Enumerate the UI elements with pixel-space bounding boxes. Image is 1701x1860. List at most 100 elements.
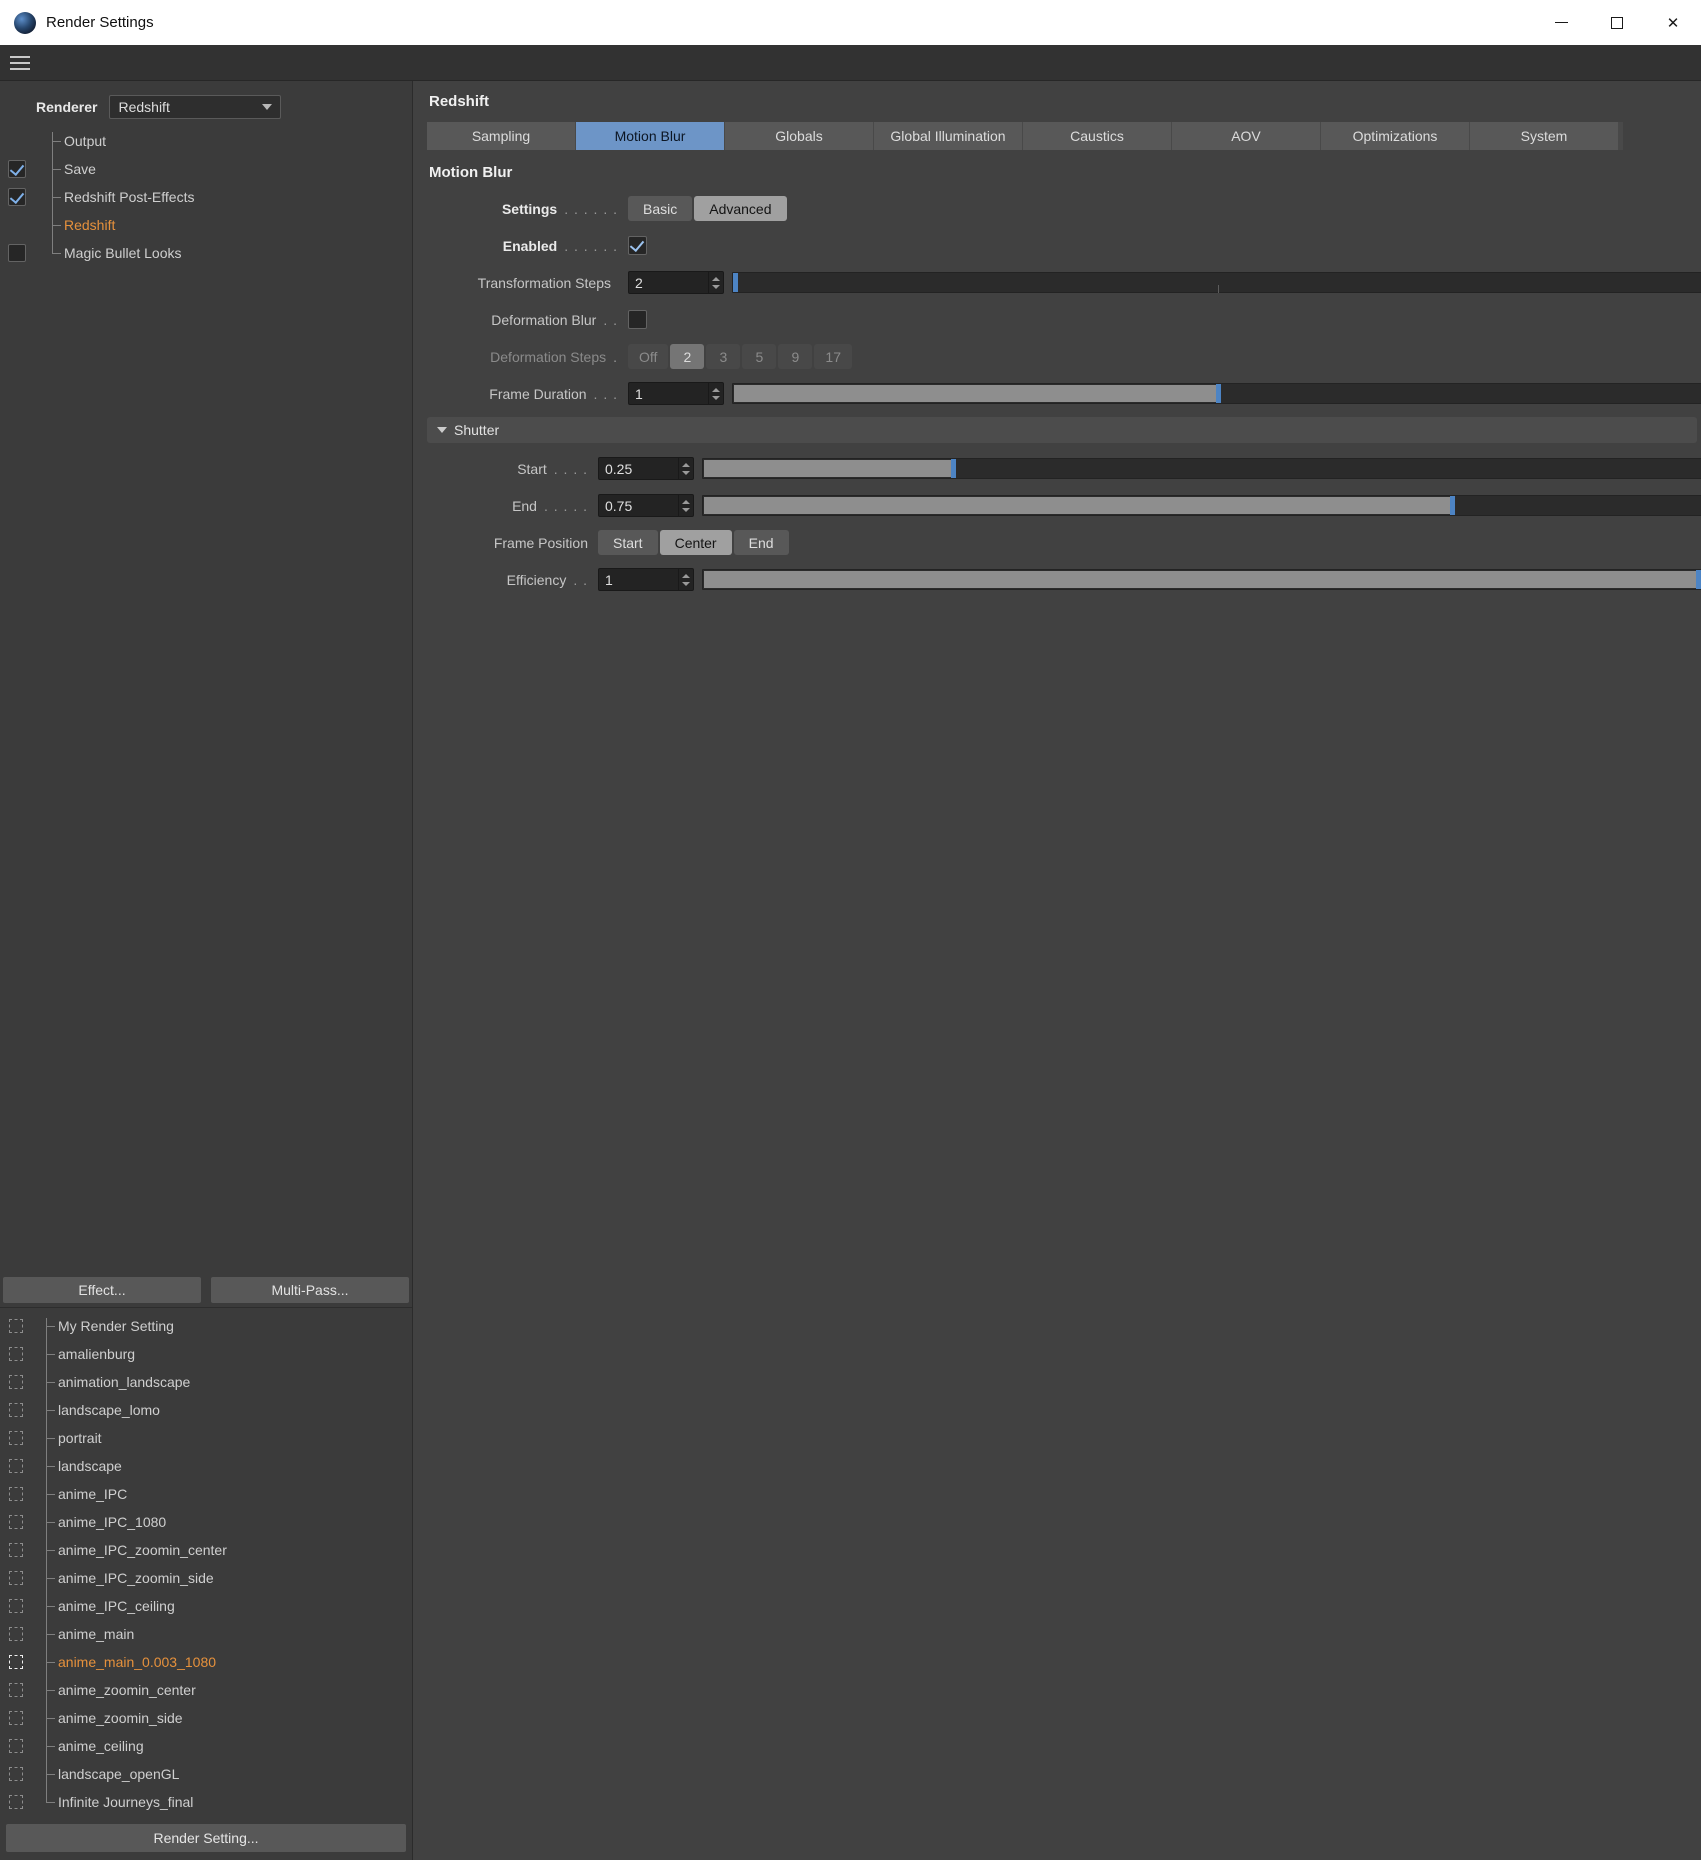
section-title: Motion Blur <box>429 164 513 181</box>
efficiency-input[interactable] <box>599 569 678 590</box>
settings-label: Settings <box>501 200 558 217</box>
preset-item[interactable]: anime_main <box>0 1620 412 1648</box>
render-region-active-icon <box>9 1655 23 1669</box>
sidebar-item-save[interactable]: Save <box>0 155 412 183</box>
spinner-up-icon <box>682 573 690 578</box>
tab-caustics[interactable]: Caustics <box>1023 122 1171 150</box>
frame-duration-input[interactable] <box>629 383 708 404</box>
render-setting-button[interactable]: Render Setting... <box>6 1824 406 1852</box>
minimize-button[interactable] <box>1533 0 1589 45</box>
preset-item[interactable]: portrait <box>0 1424 412 1452</box>
preset-item[interactable]: Infinite Journeys_final <box>0 1788 412 1816</box>
preset-label: portrait <box>58 1430 102 1446</box>
shutter-start-input[interactable] <box>599 458 678 479</box>
spinner-arrows[interactable] <box>678 495 693 516</box>
spinner-arrows[interactable] <box>708 272 723 293</box>
slider-handle[interactable] <box>950 459 956 478</box>
basic-button[interactable]: Basic <box>628 196 693 221</box>
motion-blur-form: Settings . . . . . . Basic Advanced Enab… <box>427 195 1701 593</box>
preset-label: anime_IPC_1080 <box>58 1514 167 1530</box>
slider-handle[interactable] <box>1696 570 1701 589</box>
multi-pass-button[interactable]: Multi-Pass... <box>211 1277 409 1303</box>
preset-item[interactable]: amalienburg <box>0 1340 412 1368</box>
maximize-icon <box>1611 16 1623 29</box>
frame-position-end-button[interactable]: End <box>733 530 789 555</box>
redshift-post-effects-enable-checkbox[interactable] <box>8 188 26 206</box>
preset-label: anime_zoomin_side <box>58 1710 183 1726</box>
preset-label: landscape_lomo <box>58 1402 160 1418</box>
preset-item[interactable]: anime_IPC <box>0 1480 412 1508</box>
preset-item[interactable]: anime_IPC_1080 <box>0 1508 412 1536</box>
spinner-up-icon <box>682 499 690 504</box>
preset-item[interactable]: landscape_lomo <box>0 1396 412 1424</box>
preset-item[interactable]: landscape <box>0 1452 412 1480</box>
shutter-start-slider[interactable] <box>702 458 1701 479</box>
preset-item[interactable]: My Render Setting <box>0 1312 412 1340</box>
menubar <box>0 45 1701 81</box>
close-button[interactable]: ✕ <box>1645 0 1701 45</box>
render-region-icon <box>9 1627 23 1641</box>
preset-item[interactable]: animation_landscape <box>0 1368 412 1396</box>
sidebar-item-output[interactable]: Output <box>0 127 412 155</box>
deformation-steps-row: Deformation Steps . Off 2 3 5 9 17 <box>427 343 1701 370</box>
tab-globals[interactable]: Globals <box>725 122 873 150</box>
frame-duration-slider[interactable] <box>732 383 1701 404</box>
tab-sampling[interactable]: Sampling <box>427 122 575 150</box>
preset-item[interactable]: anime_IPC_zoomin_center <box>0 1536 412 1564</box>
sidebar-item-redshift-post-effects[interactable]: Redshift Post-Effects <box>0 183 412 211</box>
deformation-blur-label: Deformation Blur <box>491 311 597 328</box>
window-controls: ✕ <box>1533 0 1701 45</box>
slider-handle[interactable] <box>733 273 738 292</box>
preset-item[interactable]: anime_IPC_zoomin_side <box>0 1564 412 1592</box>
deformation-steps-9-button[interactable]: 9 <box>778 344 813 369</box>
deformation-steps-2-button[interactable]: 2 <box>670 344 705 369</box>
slider-fill <box>704 460 954 477</box>
hamburger-menu-icon[interactable] <box>10 52 30 74</box>
sidebar-item-magic-bullet-looks[interactable]: Magic Bullet Looks <box>0 239 412 267</box>
enabled-checkbox[interactable] <box>628 236 647 255</box>
preset-item[interactable]: anime_ceiling <box>0 1732 412 1760</box>
shutter-end-field <box>598 494 694 517</box>
shutter-group-header[interactable]: Shutter <box>427 417 1697 443</box>
preset-item[interactable]: anime_zoomin_center <box>0 1676 412 1704</box>
sidebar-item-label: Magic Bullet Looks <box>64 245 182 261</box>
deformation-steps-5-button[interactable]: 5 <box>742 344 777 369</box>
efficiency-slider[interactable] <box>702 569 1701 590</box>
slider-handle[interactable] <box>1450 496 1456 515</box>
effect-button[interactable]: Effect... <box>3 1277 201 1303</box>
preset-label: landscape_openGL <box>58 1766 180 1782</box>
maximize-button[interactable] <box>1589 0 1645 45</box>
deformation-steps-3-button[interactable]: 3 <box>706 344 741 369</box>
preset-item[interactable]: anime_zoomin_side <box>0 1704 412 1732</box>
frame-position-center-button[interactable]: Center <box>659 530 732 555</box>
magic-bullet-looks-enable-checkbox[interactable] <box>8 244 26 262</box>
tab-system[interactable]: System <box>1470 122 1618 150</box>
tab-global-illumination[interactable]: Global Illumination <box>874 122 1022 150</box>
tab-aov[interactable]: AOV <box>1172 122 1320 150</box>
tab-motion-blur[interactable]: Motion Blur <box>576 122 724 150</box>
shutter-end-input[interactable] <box>599 495 678 516</box>
deformation-blur-checkbox[interactable] <box>628 310 647 329</box>
slider-handle[interactable] <box>1215 384 1221 403</box>
preset-label: amalienburg <box>58 1346 136 1362</box>
shutter-end-slider[interactable] <box>702 495 1701 516</box>
frame-position-start-button[interactable]: Start <box>598 530 658 555</box>
renderer-select[interactable]: Redshift <box>109 95 282 119</box>
spinner-arrows[interactable] <box>678 458 693 479</box>
spinner-arrows[interactable] <box>678 569 693 590</box>
transformation-steps-slider[interactable] <box>732 272 1701 293</box>
spinner-arrows[interactable] <box>708 383 723 404</box>
tab-optimizations[interactable]: Optimizations <box>1321 122 1469 150</box>
preset-item-active[interactable]: anime_main_0.003_1080 <box>0 1648 412 1676</box>
deformation-blur-row: Deformation Blur . . <box>427 306 1701 333</box>
sidebar-item-redshift[interactable]: Redshift <box>0 211 412 239</box>
deformation-steps-off-button[interactable]: Off <box>628 344 669 369</box>
transformation-steps-input[interactable] <box>629 272 708 293</box>
deformation-steps-17-button[interactable]: 17 <box>814 344 852 369</box>
save-enable-checkbox[interactable] <box>8 160 26 178</box>
preset-item[interactable]: anime_IPC_ceiling <box>0 1592 412 1620</box>
render-region-icon <box>9 1487 23 1501</box>
preset-item[interactable]: landscape_openGL <box>0 1760 412 1788</box>
advanced-button[interactable]: Advanced <box>694 196 787 221</box>
render-region-icon <box>9 1543 23 1557</box>
